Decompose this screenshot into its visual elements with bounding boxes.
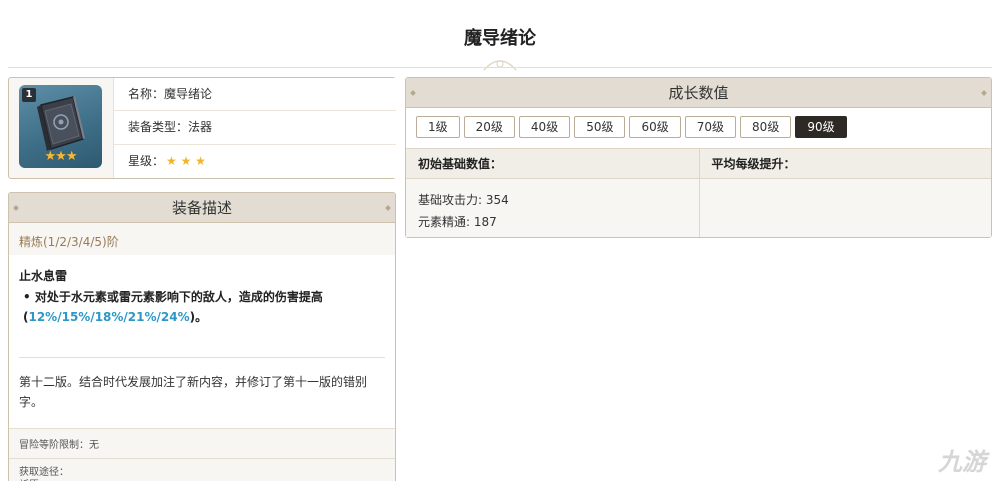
description-body: 止水息雷 • 对处于水元素或雷元素影响下的敌人，造成的伤害提高(12%/15%/… [9, 255, 395, 428]
avg-growth-column: 平均每级提升： [698, 149, 991, 237]
stats-table: 初始基础数值： 基础攻击力: 354 元素精通: 187 平均每级提升： [406, 148, 991, 237]
item-name: 名称：魔导绪论 [114, 78, 396, 112]
passive-text-post: )。 [189, 310, 208, 324]
passive-text: • 对处于水元素或雷元素影响下的敌人，造成的伤害提高(12%/15%/18%/2… [19, 287, 385, 327]
level-button-70[interactable]: 70级 [684, 116, 737, 138]
growth-panel: 成长数值 1级 20级 40级 50级 60级 70级 80级 90级 初始基础数值： 基础攻… [405, 77, 992, 238]
page-title: 魔导绪论 [464, 28, 536, 49]
base-stats-column: 初始基础数值： 基础攻击力: 354 元素精通: 187 [406, 149, 699, 237]
title-ornament [483, 60, 517, 71]
avg-growth-values [699, 179, 991, 237]
level-button-60[interactable]: 60级 [629, 116, 681, 138]
growth-header: 成长数值 [406, 78, 991, 108]
passive-values: 12%/15%/18%/21%/24% [28, 310, 190, 324]
description-divider [19, 357, 385, 358]
site-watermark: 九游 [938, 448, 986, 476]
refinement-levels: 精炼(1/2/3/4/5)阶 [19, 235, 119, 249]
item-rarity: 星级： ★ ★ ★ [114, 145, 396, 178]
base-attack: 基础攻击力: 354 [418, 193, 509, 207]
item-type: 装备类型：法器 [114, 111, 396, 145]
level-button-1[interactable]: 1级 [416, 116, 460, 138]
passive-name: 止水息雷 [19, 269, 68, 283]
elemental-mastery: 元素精通: 187 [418, 215, 497, 229]
description-panel: 装备描述 精炼(1/2/3/4/5)阶 止水息雷 • 对处于水元素或雷元素影响下… [8, 192, 396, 481]
base-stats-header: 初始基础数值： [406, 149, 699, 179]
level-selector: 1级 20级 40级 50级 60级 70级 80级 90级 [406, 108, 991, 148]
source-info: 获取途径： 祈愿 [9, 458, 395, 481]
level-button-40[interactable]: 40级 [518, 116, 571, 138]
thumbnail-stars: ★★★ [44, 149, 78, 164]
lore-text: 第十二版。结合时代发展加注了新内容，并修订了第十一版的错别字。 [19, 375, 368, 409]
level-button-20[interactable]: 20级 [463, 116, 515, 138]
item-info-rows: 名称：魔导绪论 装备类型：法器 星级： ★ ★ ★ [113, 78, 396, 178]
description-header: 装备描述 [9, 193, 395, 223]
source-label: 获取途径： [19, 467, 69, 478]
level-button-90[interactable]: 90级 [795, 116, 847, 138]
base-stats-values: 基础攻击力: 354 元素精通: 187 [406, 179, 699, 237]
ascension-limit: 冒险等阶限制：无 [9, 428, 395, 458]
avg-growth-header: 平均每级提升： [699, 149, 991, 179]
level-button-50[interactable]: 50级 [574, 116, 626, 138]
level-button-80[interactable]: 80级 [740, 116, 792, 138]
book-icon [37, 96, 85, 151]
title-divider [8, 67, 992, 68]
rarity-label: 星级： [128, 153, 165, 168]
rarity-star-icons: ★ ★ ★ [166, 153, 206, 168]
weapon-thumbnail: 1 ★★★ [19, 85, 102, 168]
passive-effect: 止水息雷 • 对处于水元素或雷元素影响下的敌人，造成的伤害提高(12%/15%/… [9, 255, 395, 337]
item-info-panel: 1 ★★★ 名称：魔导绪论 装备类型：法器 星级： ★ ★ ★ [8, 77, 396, 179]
